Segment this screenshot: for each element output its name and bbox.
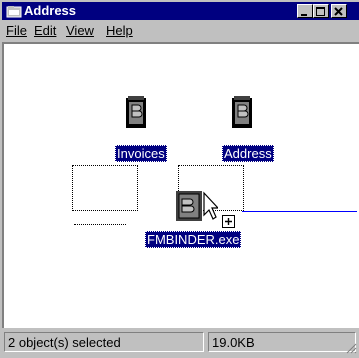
resize-grip-icon[interactable] (345, 342, 357, 354)
title-bar[interactable]: Address (2, 2, 359, 20)
icon-label-invoices[interactable]: Invoices (115, 145, 167, 162)
file-view[interactable]: Invoices Address FMBINDER.exe (2, 42, 359, 328)
menu-bar: File Edit View Help (2, 21, 359, 41)
window-title: Address (24, 3, 77, 18)
binder-exe-icon[interactable] (174, 187, 218, 227)
minimize-button[interactable] (297, 4, 313, 18)
status-bar: 2 object(s) selected 19.0KB (2, 330, 359, 356)
drag-outline (72, 165, 138, 211)
maximize-icon (316, 7, 325, 16)
drag-outline-label (74, 224, 126, 226)
address-window: Address File Edit View Help Invoices Add… (0, 0, 359, 358)
menu-file[interactable]: File (6, 23, 27, 38)
drag-line (242, 211, 357, 212)
copy-plus-icon (222, 215, 235, 228)
binder-document-icon[interactable] (123, 96, 149, 130)
binder-document-icon[interactable] (229, 96, 255, 130)
close-button[interactable] (331, 4, 347, 18)
menu-view[interactable]: View (66, 23, 94, 38)
icon-label-address[interactable]: Address (222, 145, 274, 162)
icon-label-fmbinder[interactable]: FMBINDER.exe (145, 231, 242, 248)
maximize-button[interactable] (313, 4, 329, 18)
menu-help[interactable]: Help (106, 23, 133, 38)
folder-icon (6, 6, 22, 18)
menu-view-label: View (66, 23, 94, 38)
close-icon (334, 7, 343, 16)
menu-file-label: File (6, 23, 27, 38)
menu-edit-label: Edit (34, 23, 57, 38)
menu-help-label: Help (106, 23, 133, 38)
status-selection: 2 object(s) selected (4, 332, 204, 352)
minimize-icon (301, 14, 307, 16)
menu-edit[interactable]: Edit (34, 23, 56, 38)
status-size: 19.0KB (208, 332, 356, 352)
